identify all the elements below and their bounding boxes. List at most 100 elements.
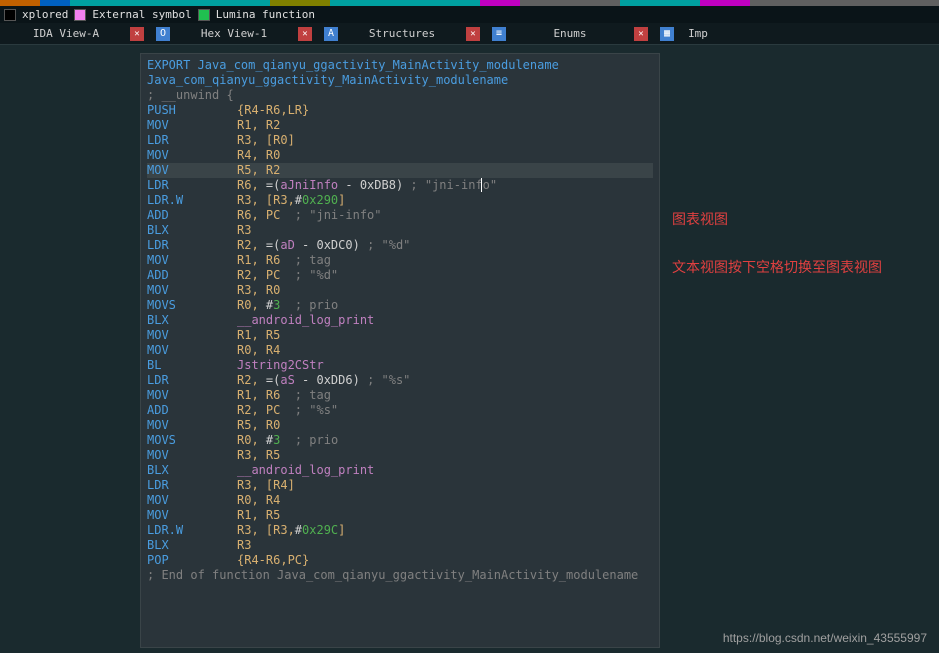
- operands: R6, =(aJniInfo - 0xDB8) ; "jni-info": [237, 178, 497, 193]
- legend-row: xplored External symbol Lumina function: [0, 6, 939, 23]
- mnemonic: BLX: [147, 538, 237, 553]
- close-icon[interactable]: ✕: [466, 27, 480, 41]
- asm-line[interactable]: MOVR1, R5: [147, 328, 653, 343]
- operands: R6, PC ; "jni-info": [237, 208, 382, 223]
- import-icon: ▦: [660, 27, 674, 41]
- asm-line[interactable]: BLXR3: [147, 223, 653, 238]
- disassembly-view[interactable]: EXPORT Java_com_qianyu_ggactivity_MainAc…: [140, 53, 660, 648]
- operands: R2, PC ; "%d": [237, 268, 338, 283]
- mnemonic: MOV: [147, 283, 237, 298]
- mnemonic: MOV: [147, 388, 237, 403]
- side-annotations: 图表视图 文本视图按下空格切换至图表视图: [672, 205, 882, 648]
- asm-line[interactable]: MOVR1, R5: [147, 508, 653, 523]
- asm-line[interactable]: MOVR1, R6 ; tag: [147, 253, 653, 268]
- mnemonic: LDR.W: [147, 193, 237, 208]
- operands: R1, R6 ; tag: [237, 253, 331, 268]
- asm-line[interactable]: PUSH{R4-R6,LR}: [147, 103, 653, 118]
- operands: R1, R5: [237, 508, 280, 523]
- mnemonic: MOV: [147, 328, 237, 343]
- asm-line[interactable]: MOVR3, R5: [147, 448, 653, 463]
- asm-line[interactable]: LDR.WR3, [R3,#0x29C]: [147, 523, 653, 538]
- annotation-line: 图表视图: [672, 205, 882, 233]
- operands: R3, R5: [237, 448, 280, 463]
- tab-structures[interactable]: A Structures ✕: [318, 23, 486, 44]
- asm-line[interactable]: LDRR3, [R0]: [147, 133, 653, 148]
- mnemonic: ADD: [147, 208, 237, 223]
- operands: Jstring2CStr: [237, 358, 324, 373]
- legend-label: Lumina function: [216, 8, 315, 21]
- legend-swatch: [4, 9, 16, 21]
- end-directive: ; End of function Java_com_qianyu_ggacti…: [147, 568, 653, 583]
- operands: __android_log_print: [237, 313, 374, 328]
- operands: R3: [237, 538, 251, 553]
- asm-line[interactable]: MOVR3, R0: [147, 283, 653, 298]
- asm-line[interactable]: BLJstring2CStr: [147, 358, 653, 373]
- operands: R3, R0: [237, 283, 280, 298]
- operands: R3, [R4]: [237, 478, 295, 493]
- mnemonic: MOV: [147, 163, 237, 178]
- close-icon[interactable]: ✕: [634, 27, 648, 41]
- asm-line[interactable]: MOVR1, R2: [147, 118, 653, 133]
- tabs-row: IDA View-A ✕ O Hex View-1 ✕ A Structures…: [0, 23, 939, 45]
- asm-line[interactable]: MOVR5, R0: [147, 418, 653, 433]
- asm-line[interactable]: LDRR2, =(aD - 0xDC0) ; "%d": [147, 238, 653, 253]
- operands: {R4-R6,PC}: [237, 553, 309, 568]
- mnemonic: MOVS: [147, 298, 237, 313]
- asm-line[interactable]: MOVR0, R4: [147, 493, 653, 508]
- asm-line[interactable]: MOVR1, R6 ; tag: [147, 388, 653, 403]
- operands: R1, R5: [237, 328, 280, 343]
- mnemonic: ADD: [147, 268, 237, 283]
- asm-line[interactable]: POP{R4-R6,PC}: [147, 553, 653, 568]
- asm-line[interactable]: ADDR6, PC ; "jni-info": [147, 208, 653, 223]
- asm-line[interactable]: BLXR3: [147, 538, 653, 553]
- asm-line[interactable]: MOVR0, R4: [147, 343, 653, 358]
- mnemonic: MOV: [147, 118, 237, 133]
- mnemonic: MOV: [147, 508, 237, 523]
- operands: R0, R4: [237, 493, 280, 508]
- asm-line[interactable]: MOVSR0, #3 ; prio: [147, 433, 653, 448]
- operands: R0, #3 ; prio: [237, 298, 338, 313]
- asm-line[interactable]: BLX__android_log_print: [147, 313, 653, 328]
- mnemonic: MOV: [147, 493, 237, 508]
- mnemonic: PUSH: [147, 103, 237, 118]
- mnemonic: LDR: [147, 133, 237, 148]
- tab-imports[interactable]: ▦ Imp: [654, 23, 724, 44]
- asm-line[interactable]: MOVR5, R2: [147, 163, 653, 178]
- operands: R3, [R3,#0x290]: [237, 193, 345, 208]
- operands: R0, R4: [237, 343, 280, 358]
- operands: R0, #3 ; prio: [237, 433, 338, 448]
- mnemonic: MOVS: [147, 433, 237, 448]
- tab-hex-view[interactable]: O Hex View-1 ✕: [150, 23, 318, 44]
- operands: R1, R2: [237, 118, 280, 133]
- mnemonic: BLX: [147, 223, 237, 238]
- legend-swatch: [198, 9, 210, 21]
- asm-line[interactable]: LDRR6, =(aJniInfo - 0xDB8) ; "jni-info": [147, 178, 653, 193]
- close-icon[interactable]: ✕: [298, 27, 312, 41]
- asm-line[interactable]: MOVR4, R0: [147, 148, 653, 163]
- asm-line[interactable]: MOVSR0, #3 ; prio: [147, 298, 653, 313]
- tab-enums[interactable]: ≡ Enums ✕: [486, 23, 654, 44]
- asm-line[interactable]: ADDR2, PC ; "%s": [147, 403, 653, 418]
- mnemonic: BL: [147, 358, 237, 373]
- mnemonic: MOV: [147, 448, 237, 463]
- watermark: https://blog.csdn.net/weixin_43555997: [723, 631, 927, 645]
- legend-label: External symbol: [92, 8, 191, 21]
- symbol-line: Java_com_qianyu_ggactivity_MainActivity_…: [147, 73, 653, 88]
- mnemonic: MOV: [147, 343, 237, 358]
- close-icon[interactable]: ✕: [130, 27, 144, 41]
- mnemonic: MOV: [147, 418, 237, 433]
- asm-line[interactable]: LDR.WR3, [R3,#0x290]: [147, 193, 653, 208]
- tab-ida-view[interactable]: IDA View-A ✕: [0, 23, 150, 44]
- legend-label: xplored: [22, 8, 68, 21]
- overview-colorbar: [0, 0, 939, 6]
- asm-line[interactable]: BLX__android_log_print: [147, 463, 653, 478]
- enum-icon: ≡: [492, 27, 506, 41]
- operands: R5, R2: [237, 163, 280, 178]
- asm-line[interactable]: LDRR2, =(aS - 0xDD6) ; "%s": [147, 373, 653, 388]
- asm-line[interactable]: LDRR3, [R4]: [147, 478, 653, 493]
- legend-swatch: [74, 9, 86, 21]
- asm-line[interactable]: ADDR2, PC ; "%d": [147, 268, 653, 283]
- operands: R2, =(aS - 0xDD6) ; "%s": [237, 373, 410, 388]
- mnemonic: MOV: [147, 148, 237, 163]
- export-line: EXPORT Java_com_qianyu_ggactivity_MainAc…: [147, 58, 653, 73]
